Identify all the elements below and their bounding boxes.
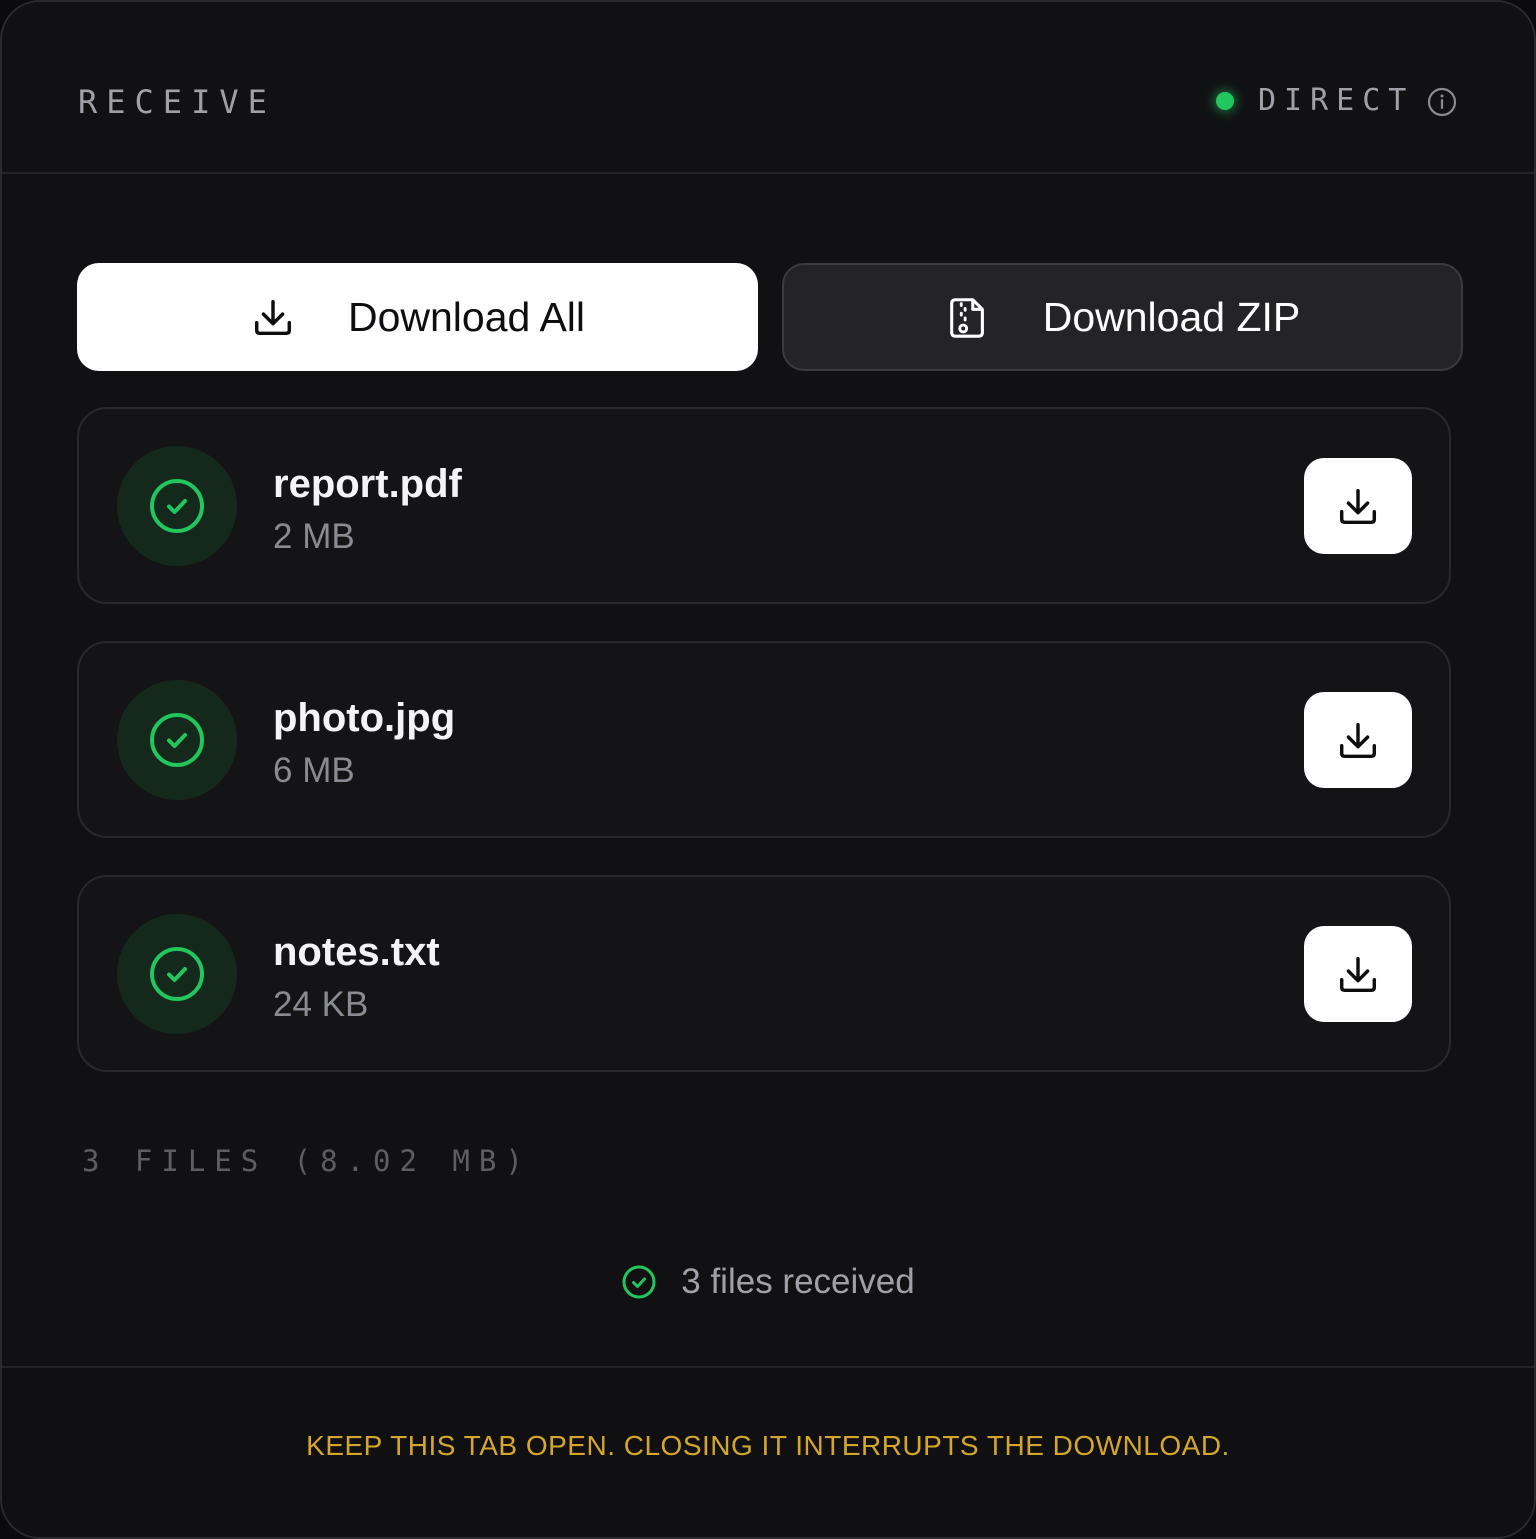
file-size: 2 MB — [273, 517, 355, 556]
download-icon — [1339, 722, 1377, 759]
check-circle-icon — [150, 713, 204, 767]
check-circle-icon — [150, 479, 204, 533]
file-status-badge — [117, 680, 237, 800]
file-row: report.pdf 2 MB — [77, 407, 1451, 604]
connection-status-label: DIRECT — [1258, 83, 1415, 118]
download-zip-label: Download ZIP — [1042, 294, 1301, 340]
file-name: report.pdf — [273, 462, 462, 506]
connection-status-dot — [1216, 92, 1234, 110]
panel-footer: KEEP THIS TAB OPEN. CLOSING IT INTERRUPT… — [2, 1366, 1534, 1537]
keep-tab-open-warning: KEEP THIS TAB OPEN. CLOSING IT INTERRUPT… — [306, 1430, 1230, 1461]
file-status-badge — [117, 446, 237, 566]
download-zip-button[interactable]: Download ZIP — [782, 263, 1463, 371]
info-icon[interactable] — [1426, 86, 1458, 118]
file-name: notes.txt — [273, 930, 440, 974]
panel-title: RECEIVE — [78, 83, 276, 121]
file-download-button[interactable] — [1304, 926, 1412, 1022]
check-circle-icon — [150, 947, 204, 1001]
file-size: 6 MB — [273, 751, 355, 790]
received-text: 3 files received — [681, 1262, 915, 1301]
file-download-button[interactable] — [1304, 458, 1412, 554]
download-icon — [254, 299, 292, 336]
panel-header: RECEIVE DIRECT — [2, 2, 1534, 174]
download-icon — [1339, 488, 1377, 525]
download-all-button[interactable]: Download All — [77, 263, 758, 371]
zip-file-icon — [949, 298, 984, 338]
file-row: photo.jpg 6 MB — [77, 641, 1451, 838]
file-row: notes.txt 24 KB — [77, 875, 1451, 1072]
receive-panel: RECEIVE DIRECT Download All Download ZIP — [0, 0, 1536, 1539]
file-status-badge — [117, 914, 237, 1034]
received-status: 3 files received — [2, 1260, 1534, 1304]
download-all-label: Download All — [347, 294, 586, 340]
file-name: photo.jpg — [273, 696, 456, 740]
file-size: 24 KB — [273, 985, 369, 1024]
file-download-button[interactable] — [1304, 692, 1412, 788]
check-circle-icon — [622, 1265, 656, 1299]
files-summary: 3 FILES (8.02 MB) — [82, 1144, 532, 1178]
download-icon — [1339, 956, 1377, 993]
